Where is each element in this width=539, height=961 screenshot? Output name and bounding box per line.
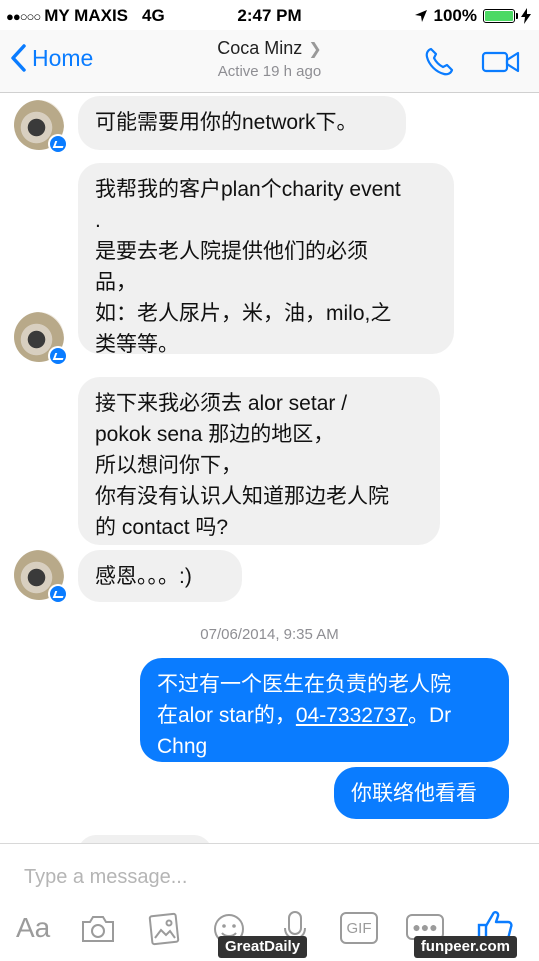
message-text: 。Dr — [407, 704, 452, 727]
message-text: 不过有一个医生在负责的老人院 — [157, 673, 451, 696]
message-thread[interactable]: 可能需要用你的network下。 我帮我的客户plan个charity even… — [0, 93, 539, 843]
battery-fill — [485, 11, 513, 21]
avatar[interactable] — [14, 100, 68, 154]
message-timestamp: 07/06/2014, 9:35 AM — [200, 626, 339, 643]
battery-icon — [483, 9, 518, 23]
camera-icon[interactable] — [80, 914, 116, 944]
conversation-header: Home Coca Minz ❯ Active 19 h ago — [0, 30, 539, 93]
avatar[interactable] — [14, 550, 68, 604]
message-text: Chng — [157, 735, 208, 758]
messenger-badge-icon — [48, 584, 68, 604]
battery-percent: 100% — [433, 6, 477, 25]
outgoing-message[interactable]: 你联络他看看 — [334, 767, 509, 819]
incoming-message[interactable]: 我帮我的客户plan个charity event . 是要去老人院提供他们的必须… — [78, 163, 454, 356]
text-style-button[interactable]: Aa — [16, 912, 50, 944]
charging-bolt-icon — [521, 8, 531, 24]
typing-bubble — [78, 835, 212, 843]
video-camera-icon[interactable] — [481, 48, 521, 76]
phone-number-link[interactable]: 04-7332737 — [296, 704, 408, 727]
messenger-badge-icon — [48, 134, 68, 154]
incoming-message[interactable]: 感恩。。。:) — [78, 550, 242, 602]
gallery-icon[interactable] — [146, 912, 182, 946]
message-text: 在alor star的， — [157, 704, 296, 727]
location-arrow-icon — [414, 10, 427, 22]
call-actions — [423, 46, 521, 78]
status-right: 100% — [414, 6, 531, 26]
chevron-right-icon: ❯ — [308, 41, 322, 58]
watermark-right: funpeer.com — [413, 936, 517, 958]
contact-name: Coca Minz — [217, 38, 303, 58]
phone-icon[interactable] — [423, 46, 455, 78]
status-bar: ●●○○○ MY MAXIS 4G 2:47 PM 100% — [0, 0, 539, 30]
avatar[interactable] — [14, 312, 68, 366]
incoming-message[interactable]: 接下来我必须去 alor setar / pokok sena 那边的地区， 所… — [78, 377, 440, 545]
incoming-message[interactable]: 可能需要用你的network下。 — [78, 96, 406, 150]
gif-button[interactable]: GIF — [340, 912, 378, 944]
messenger-badge-icon — [48, 346, 68, 366]
outgoing-message[interactable]: 不过有一个医生在负责的老人院 在alor star的，04-7332737。Dr… — [140, 658, 509, 762]
message-input[interactable]: Type a message... — [24, 866, 187, 889]
watermark-left: GreatDaily — [218, 936, 308, 958]
